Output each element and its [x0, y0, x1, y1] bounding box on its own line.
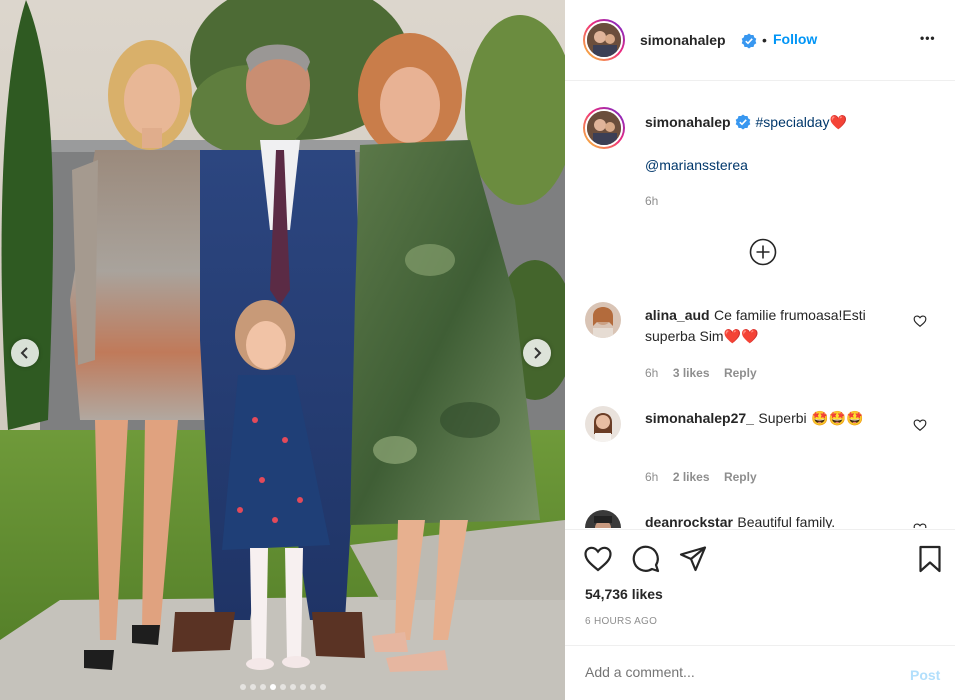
avatar-image — [585, 302, 621, 338]
comment-emoji: ❤️❤️ — [723, 328, 759, 344]
comment-box-divider — [565, 645, 955, 646]
heart-icon[interactable] — [913, 314, 927, 328]
commenter-avatar[interactable] — [585, 510, 621, 528]
avatar-image — [585, 406, 621, 442]
follow-button[interactable]: Follow — [773, 31, 817, 47]
comments-list[interactable]: alina_aud Ce familie frumoasa!Esti super… — [565, 282, 955, 528]
author-username[interactable]: simonahalep — [640, 32, 726, 48]
post-sidebar: simonahalep • Follow ••• simonahalep #sp… — [565, 0, 955, 700]
comment-text: Superbi — [758, 410, 807, 426]
comment-text: Beautiful family. — [737, 514, 836, 528]
comment-emoji: 🤩🤩🤩 — [811, 410, 864, 426]
avatar-image — [587, 23, 621, 57]
comment-meta: 6h 3 likes Reply — [645, 364, 757, 382]
heart-icon[interactable] — [913, 418, 927, 432]
comment-likes[interactable]: 3 likes — [673, 366, 710, 380]
carousel-dot — [289, 684, 296, 690]
next-slide-button[interactable] — [523, 339, 551, 367]
header-divider — [565, 80, 955, 81]
add-comment-input[interactable] — [585, 664, 885, 680]
carousel-dot — [239, 684, 246, 690]
share-send-icon[interactable] — [678, 544, 708, 574]
caption-avatar[interactable] — [583, 107, 625, 149]
likes-count[interactable]: 54,736 likes — [585, 586, 663, 602]
carousel-dot — [299, 684, 306, 690]
plus-circle-icon[interactable] — [749, 238, 777, 266]
post-timestamp: 6 HOURS AGO — [585, 616, 658, 627]
family-photo — [0, 0, 565, 700]
comment: deanrockstar Beautiful family. — [645, 512, 905, 528]
carousel-dot — [309, 684, 316, 690]
comment-username[interactable]: deanrockstar — [645, 514, 733, 528]
comment-time: 6h — [645, 366, 659, 380]
avatar-image — [587, 111, 621, 145]
carousel-indicator — [0, 684, 565, 690]
comment-likes[interactable]: 2 likes — [673, 470, 710, 484]
comment-username[interactable]: alina_aud — [645, 307, 710, 323]
carousel-dot — [249, 684, 256, 690]
reply-button[interactable]: Reply — [724, 470, 757, 484]
verified-badge-icon — [741, 33, 757, 49]
avatar-image — [585, 510, 621, 528]
comment-bubble-icon[interactable] — [631, 544, 661, 574]
heart-icon[interactable] — [913, 522, 927, 528]
comment-username[interactable]: simonahalep27_ — [645, 410, 754, 426]
verified-badge-icon — [735, 114, 751, 130]
carousel-dot — [279, 684, 286, 690]
caption-hashtag[interactable]: #specialday — [756, 114, 830, 130]
carousel-dot — [259, 684, 266, 690]
bookmark-icon[interactable] — [915, 544, 945, 574]
post-photo[interactable] — [0, 0, 565, 700]
caption-emoji: ❤️ — [829, 114, 847, 130]
more-options-button[interactable]: ••• — [920, 31, 936, 45]
reply-button[interactable]: Reply — [724, 366, 757, 380]
caption-username[interactable]: simonahalep — [645, 114, 731, 130]
comment-meta: 6h 2 likes Reply — [645, 468, 757, 486]
comment: alina_aud Ce familie frumoasa!Esti super… — [645, 305, 905, 347]
actions-divider — [565, 529, 955, 530]
like-heart-icon[interactable] — [583, 544, 613, 574]
caption: simonahalep #specialday❤️ — [645, 114, 935, 132]
chevron-right-icon — [534, 347, 542, 359]
chevron-left-icon — [20, 347, 28, 359]
carousel-dot — [269, 684, 276, 690]
carousel-dot — [319, 684, 326, 690]
header-separator: • — [762, 32, 767, 48]
previous-slide-button[interactable] — [11, 339, 39, 367]
caption-mention[interactable]: @marianssterea — [645, 157, 748, 173]
author-avatar[interactable] — [583, 19, 625, 61]
caption-time: 6h — [645, 194, 659, 208]
post-comment-button[interactable]: Post — [910, 667, 940, 683]
commenter-avatar[interactable] — [585, 302, 621, 338]
comment: simonahalep27_ Superbi 🤩🤩🤩 — [645, 408, 905, 429]
comment-time: 6h — [645, 470, 659, 484]
commenter-avatar[interactable] — [585, 406, 621, 442]
